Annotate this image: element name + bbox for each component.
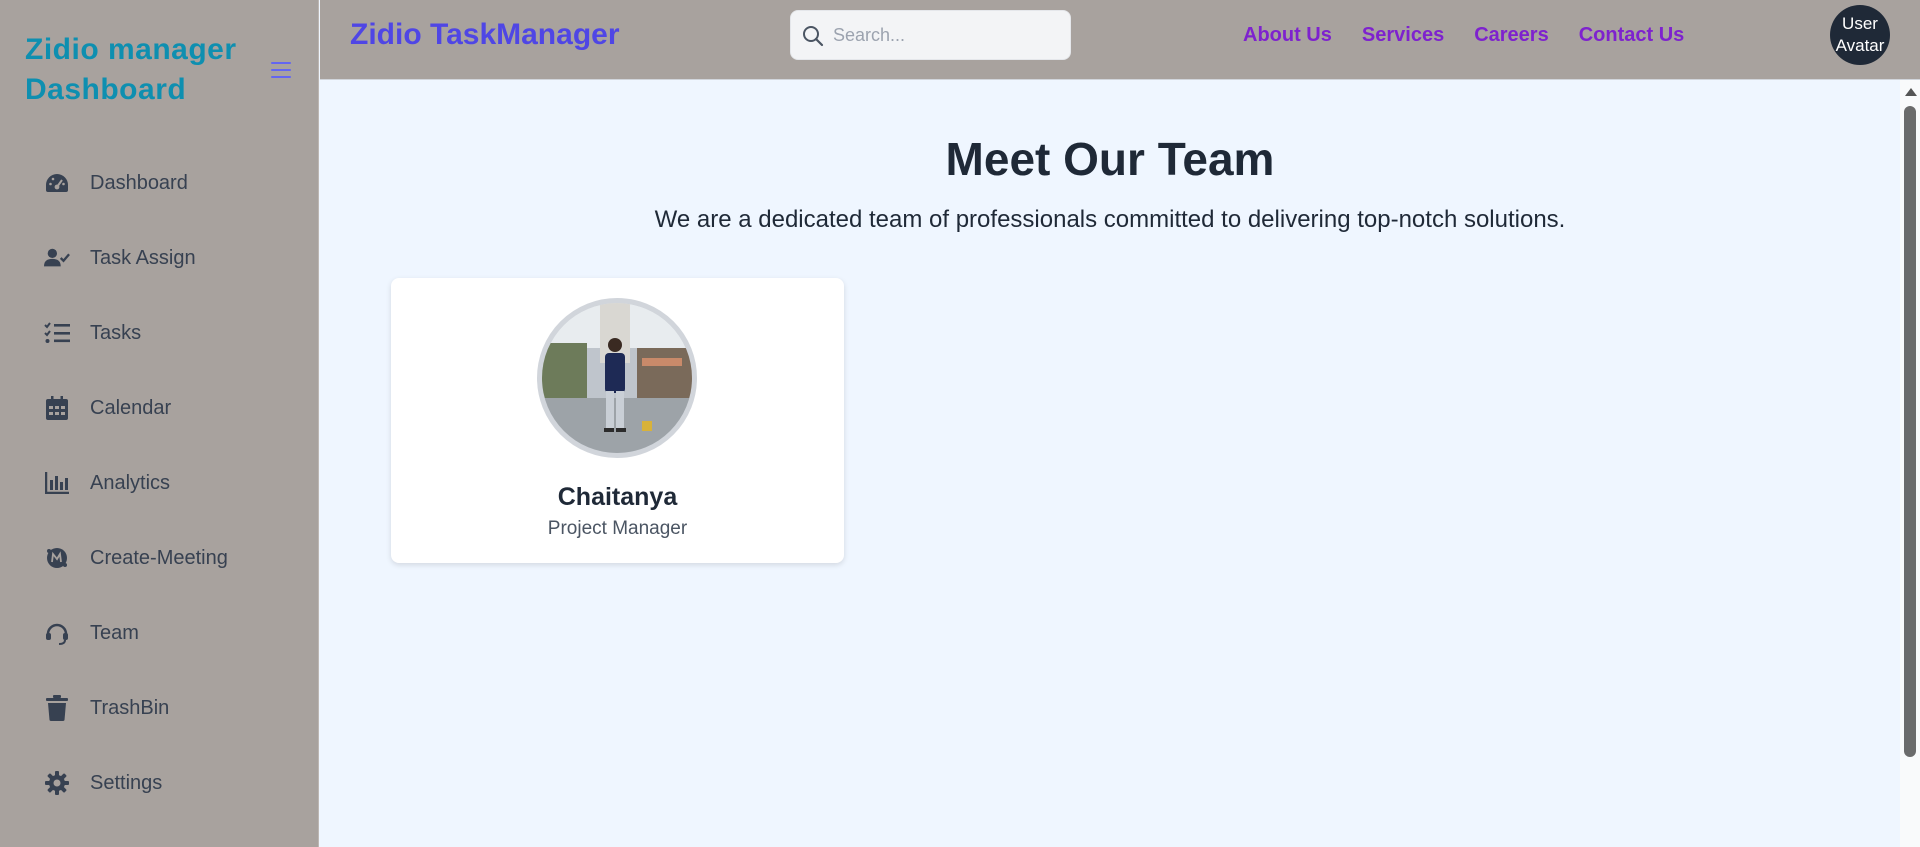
sidebar-item-label: Team (90, 621, 139, 644)
user-avatar[interactable]: User Avatar (1830, 5, 1890, 65)
search-icon (802, 25, 824, 47)
sidebar-item-label: Task Assign (90, 246, 196, 269)
sidebar-item-label: Tasks (90, 321, 142, 344)
sidebar-item-label: TrashBin (90, 696, 170, 719)
sidebar-item-calendar[interactable]: Calendar (0, 383, 319, 433)
sidebar-item-label: Analytics (90, 471, 171, 494)
sidebar-item-settings[interactable]: Settings (0, 758, 319, 808)
app-root: Zidio manager Dashboard Dashboard Task A… (0, 0, 1920, 847)
brand-line-2: Dashboard (25, 73, 187, 106)
bar-chart-icon (44, 470, 70, 496)
member-role: Project Manager (547, 518, 688, 539)
sidebar-brand: Zidio manager Dashboard (25, 30, 265, 110)
search-input[interactable] (833, 19, 1058, 51)
sidebar-item-task-assign[interactable]: Task Assign (0, 233, 319, 283)
vertical-scrollbar[interactable] (1900, 80, 1920, 847)
sidebar-item-trashbin[interactable]: TrashBin (0, 683, 319, 733)
brand-line-1: Zidio manager (25, 33, 237, 66)
calendar-icon (44, 395, 70, 421)
sidebar-item-label: Calendar (90, 396, 172, 419)
search-box[interactable] (790, 10, 1071, 60)
sidebar-item-label: Create-Meeting (90, 546, 228, 569)
member-name: Chaitanya (557, 483, 678, 511)
user-check-icon (44, 245, 70, 271)
nav-link-about-us[interactable]: About Us (1243, 24, 1332, 47)
scrollbar-thumb[interactable] (1904, 106, 1916, 757)
page-subtitle: We are a dedicated team of professionals… (654, 206, 1566, 233)
scroll-up-arrow-icon[interactable] (1905, 88, 1917, 96)
gauge-icon (44, 170, 70, 196)
main-content: Meet Our Team We are a dedicated team of… (320, 80, 1900, 847)
sidebar-item-analytics[interactable]: Analytics (0, 458, 319, 508)
app-title: Zidio TaskManager (350, 18, 620, 51)
top-nav: About Us Services Careers Contact Us (1243, 24, 1714, 47)
sidebar-item-dashboard[interactable]: Dashboard (0, 158, 319, 208)
nav-link-contact-us[interactable]: Contact Us (1579, 24, 1685, 47)
sidebar-item-label: Settings (90, 771, 163, 794)
sidebar-item-team[interactable]: Team (0, 608, 319, 658)
team-member-card: Chaitanya Project Manager (391, 278, 844, 563)
trash-icon (44, 695, 70, 721)
top-header: Zidio TaskManager About Us Services Care… (320, 0, 1920, 80)
sidebar: Zidio manager Dashboard Dashboard Task A… (0, 0, 319, 847)
sidebar-item-create-meeting[interactable]: Create-Meeting (0, 533, 319, 583)
nav-link-services[interactable]: Services (1362, 24, 1444, 47)
sidebar-item-label: Dashboard (90, 171, 188, 194)
headset-icon (44, 620, 70, 646)
hamburger-menu-icon[interactable] (271, 60, 293, 80)
meetup-icon (44, 545, 70, 571)
list-check-icon (44, 320, 70, 346)
gear-icon (44, 770, 70, 796)
sidebar-item-tasks[interactable]: Tasks (0, 308, 319, 358)
member-photo (537, 298, 697, 458)
nav-link-careers[interactable]: Careers (1474, 24, 1549, 47)
page-title: Meet Our Team (945, 133, 1275, 185)
